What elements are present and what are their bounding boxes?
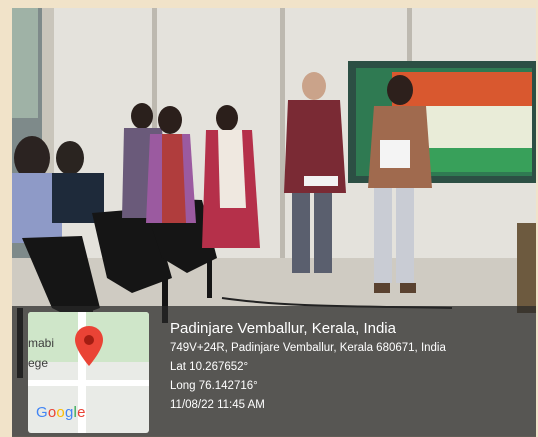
map-road — [28, 380, 149, 386]
map-place-label: mabi — [28, 336, 55, 350]
map-place-label: ege — [28, 356, 49, 370]
location-title: Padinjare Vemballur, Kerala, India — [170, 320, 396, 337]
location-datetime: 11/08/22 11:45 AM — [170, 399, 265, 411]
map-thumbnail: mabi ege Google — [28, 312, 149, 433]
google-logo-letter: o — [56, 404, 65, 421]
google-logo: Google — [36, 404, 86, 421]
google-logo-letter: e — [77, 404, 86, 421]
map-pin-icon — [75, 326, 103, 366]
location-address: 749V+24R, Padinjare Vemballur, Kerala 68… — [170, 342, 446, 354]
location-latitude: Lat 10.267652° — [170, 361, 249, 373]
geotag-details: Padinjare Vemballur, Kerala, India 749V+… — [170, 320, 446, 414]
location-longitude: Long 76.142716° — [170, 380, 258, 392]
google-logo-letter: G — [36, 404, 48, 421]
google-logo-letter: g — [64, 404, 74, 421]
